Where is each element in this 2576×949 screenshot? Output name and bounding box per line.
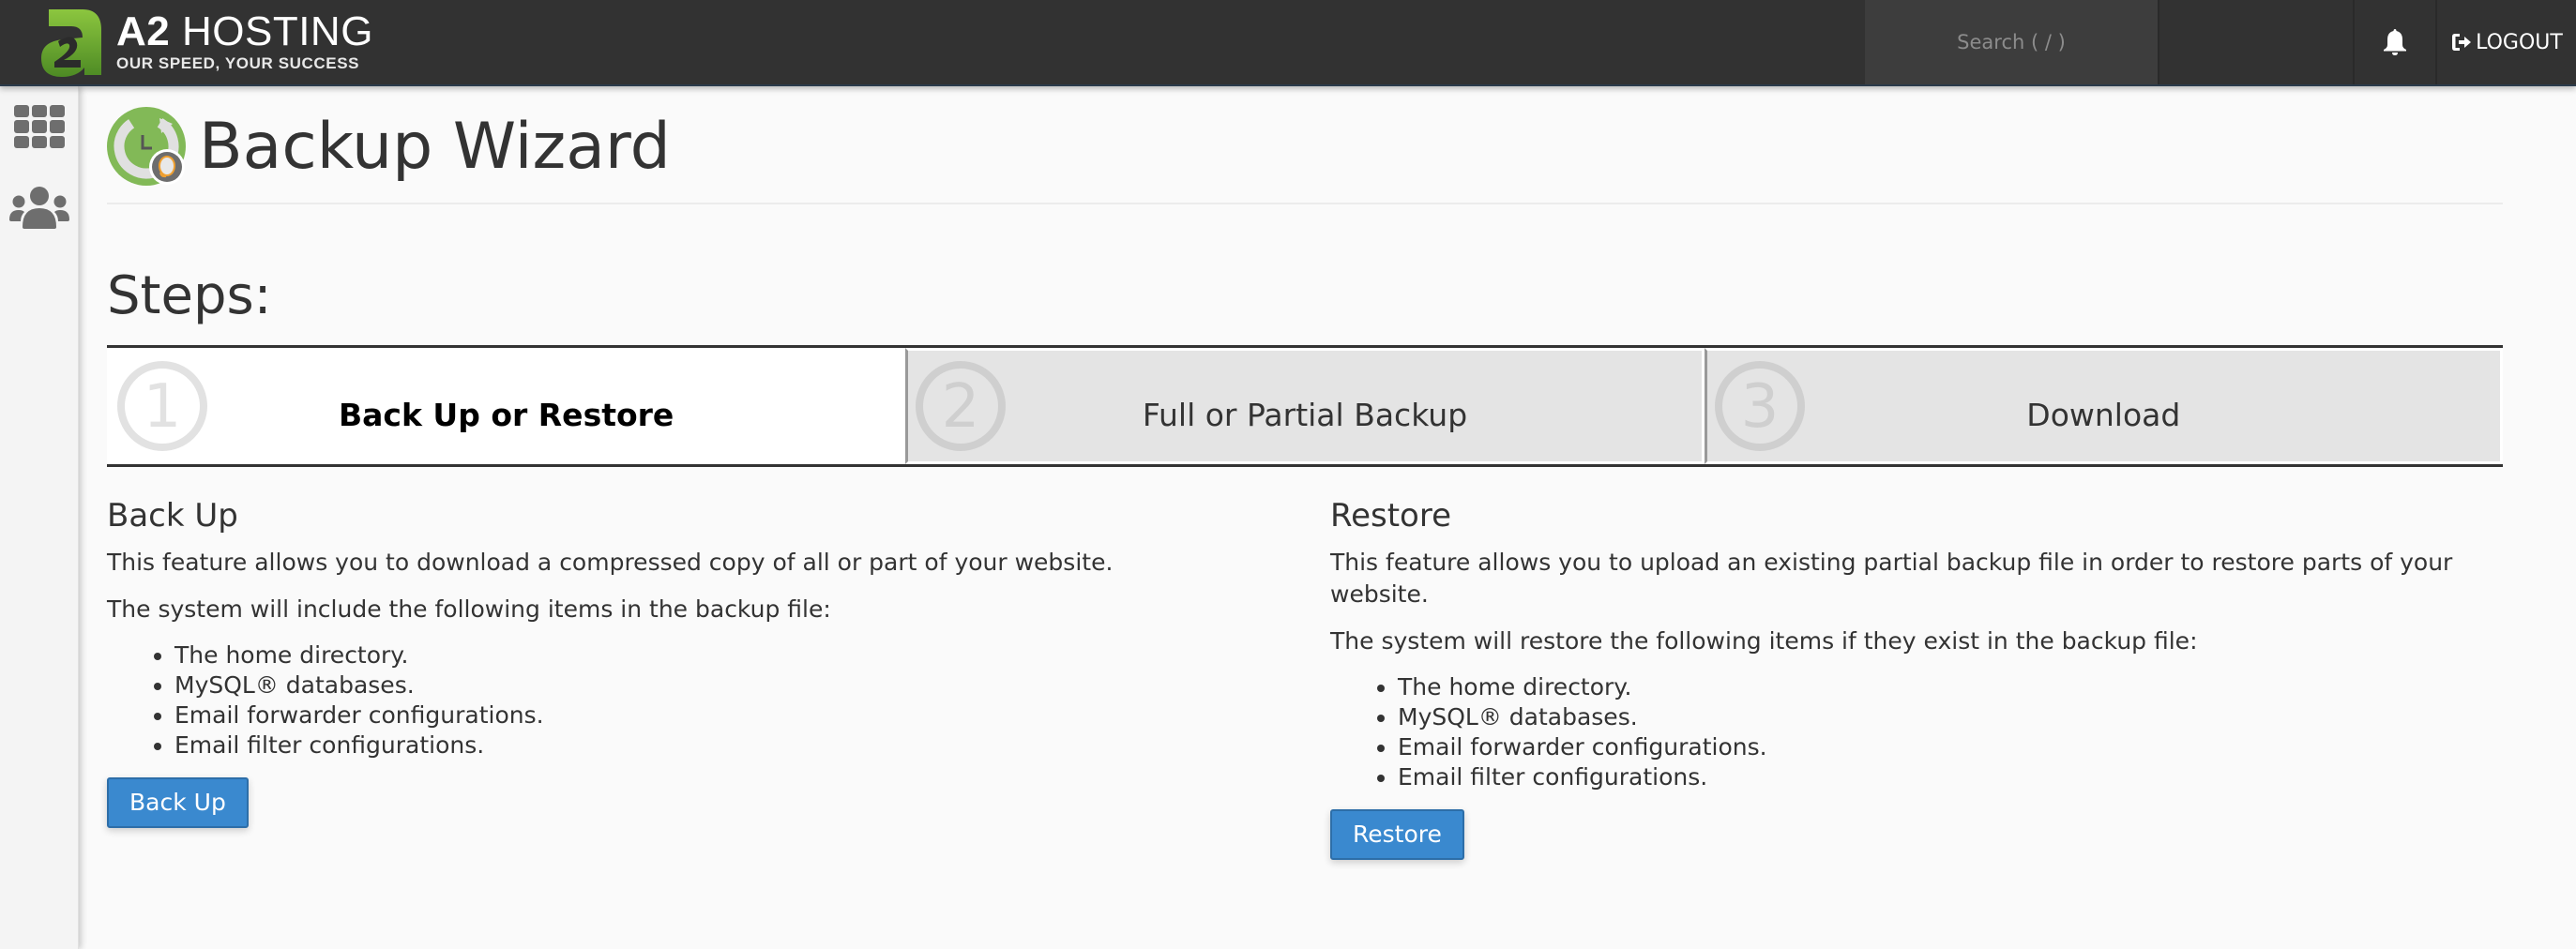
list-item: Email forwarder configurations. bbox=[1398, 732, 2484, 762]
restore-list-intro: The system will restore the following it… bbox=[1330, 627, 2198, 655]
list-item: Email filter configurations. bbox=[1398, 762, 2484, 792]
list-item: Email filter configurations. bbox=[174, 731, 1311, 761]
step-label: Full or Partial Backup bbox=[1142, 396, 1468, 433]
users-icon bbox=[9, 187, 69, 229]
options-columns: Back Up This feature allows you to downl… bbox=[107, 497, 2503, 861]
sign-out-icon bbox=[2452, 34, 2472, 51]
page-title: Backup Wizard bbox=[199, 110, 671, 184]
main-content: Backup Wizard Steps: 1 Back Up or Restor… bbox=[107, 86, 2503, 861]
list-item: MySQL® databases. bbox=[1398, 702, 2484, 732]
sidebar bbox=[0, 86, 79, 949]
search-input[interactable] bbox=[1865, 0, 2159, 84]
list-item: Email forwarder configurations. bbox=[174, 700, 1311, 731]
back-up-button[interactable]: Back Up bbox=[107, 777, 249, 829]
steps-heading: Steps: bbox=[107, 265, 272, 326]
svg-text:2: 2 bbox=[942, 372, 980, 442]
brand-tagline: OUR SPEED, YOUR SUCCESS bbox=[116, 54, 360, 72]
logout-label: LOGOUT bbox=[2476, 30, 2563, 54]
step-full-or-partial-backup[interactable]: 2 Full or Partial Backup bbox=[905, 348, 1705, 464]
list-item: The home directory. bbox=[1398, 672, 2484, 702]
logout-button[interactable]: LOGOUT bbox=[2437, 0, 2576, 84]
restore-section: Restore This feature allows you to uploa… bbox=[1330, 497, 2503, 861]
sidebar-item-users[interactable] bbox=[0, 167, 79, 248]
step-label: Download bbox=[2026, 396, 2181, 433]
backup-description: This feature allows you to download a co… bbox=[107, 549, 1114, 577]
restore-heading: Restore bbox=[1330, 497, 1452, 535]
backup-heading: Back Up bbox=[107, 497, 238, 535]
bell-icon bbox=[2384, 29, 2406, 55]
brand-logo-link[interactable]: A2 HOSTING OUR SPEED, YOUR SUCCESS bbox=[36, 4, 373, 81]
step-download[interactable]: 3 Download bbox=[1704, 348, 2503, 464]
brand-name: A2 HOSTING bbox=[116, 8, 373, 54]
top-header: A2 HOSTING OUR SPEED, YOUR SUCCESS LOGOU… bbox=[0, 0, 2576, 86]
page-header: Backup Wizard bbox=[107, 86, 2503, 204]
notifications-button[interactable] bbox=[2355, 0, 2435, 84]
step-back-up-or-restore[interactable]: 1 Back Up or Restore bbox=[107, 348, 906, 464]
step-2-number-icon: 2 bbox=[916, 361, 1007, 451]
restore-description: This feature allows you to upload an exi… bbox=[1330, 549, 2453, 609]
backup-items-list: The home directory. MySQL® databases. Em… bbox=[107, 640, 1311, 761]
step-1-number-icon: 1 bbox=[117, 361, 207, 451]
backup-list-intro: The system will include the following it… bbox=[107, 595, 831, 624]
step-label: Back Up or Restore bbox=[339, 396, 674, 433]
list-item: MySQL® databases. bbox=[174, 670, 1311, 700]
svg-text:3: 3 bbox=[1740, 372, 1779, 442]
sidebar-item-tools[interactable] bbox=[0, 86, 79, 167]
list-item: The home directory. bbox=[174, 640, 1311, 670]
backup-wizard-icon bbox=[107, 107, 186, 186]
svg-text:1: 1 bbox=[144, 372, 182, 442]
a2-logo-icon bbox=[41, 9, 101, 77]
wizard-steps: 1 Back Up or Restore 2 Full or Partial B… bbox=[107, 345, 2503, 467]
backup-section: Back Up This feature allows you to downl… bbox=[107, 497, 1330, 860]
restore-button[interactable]: Restore bbox=[1330, 809, 1464, 861]
grid-icon bbox=[14, 105, 65, 148]
restore-items-list: The home directory. MySQL® databases. Em… bbox=[1330, 672, 2484, 792]
step-3-number-icon: 3 bbox=[1714, 361, 1805, 451]
